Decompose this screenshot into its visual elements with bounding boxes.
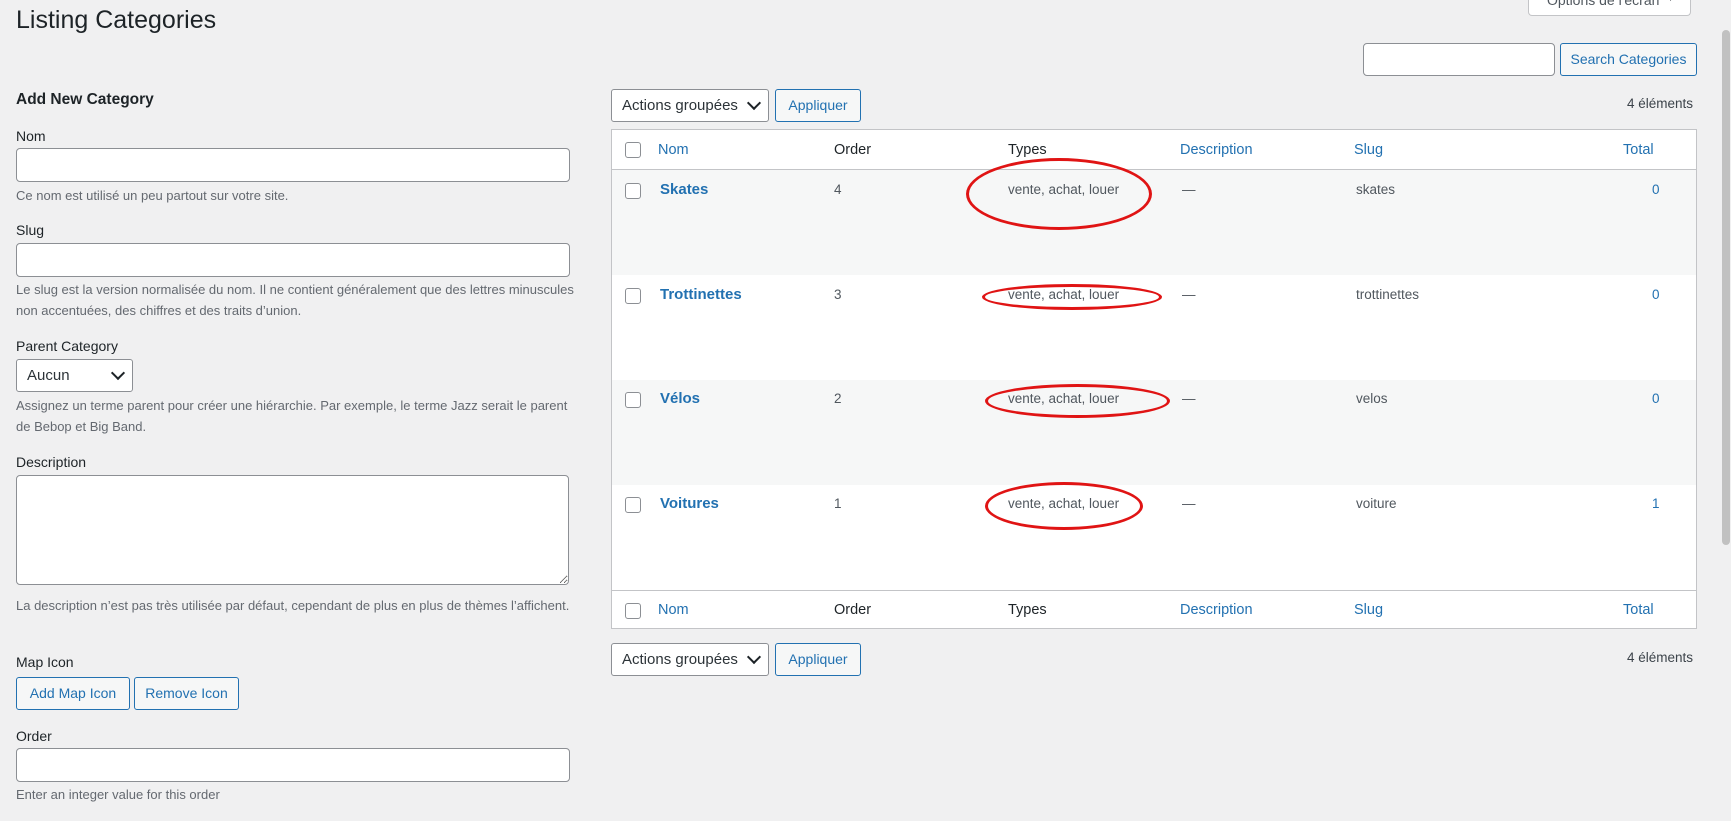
category-name-link[interactable]: Skates <box>660 181 708 198</box>
highlight-ellipse <box>985 384 1170 418</box>
category-total[interactable]: 0 <box>1652 287 1660 302</box>
category-order: 4 <box>834 182 842 197</box>
search-input[interactable] <box>1363 43 1555 76</box>
row-checkbox[interactable] <box>625 183 641 199</box>
screen-options-button[interactable]: Options de l'écran ▼ <box>1528 0 1691 16</box>
order-label: Order <box>16 728 52 744</box>
category-name-link[interactable]: Trottinettes <box>660 286 742 303</box>
highlight-ellipse <box>982 284 1162 310</box>
order-field[interactable] <box>16 748 570 782</box>
row-checkbox[interactable] <box>625 288 641 304</box>
search-categories-button[interactable]: Search Categories <box>1560 43 1697 76</box>
parent-category-hint: Assignez un terme parent pour créer une … <box>16 398 568 434</box>
category-slug: trottinettes <box>1356 287 1420 302</box>
column-header-total[interactable]: Total <box>1623 142 1654 158</box>
items-count-top: 4 éléments <box>1627 96 1694 111</box>
screen-options-label: Options de l'écran <box>1547 0 1660 8</box>
slug-label: Slug <box>16 222 45 238</box>
column-header-order: Order <box>834 142 872 158</box>
name-label: Nom <box>16 128 46 144</box>
name-hint: Ce nom est utilisé un peu partout sur vo… <box>16 188 289 203</box>
slug-hint: Le slug est la version normalisée du nom… <box>16 282 574 318</box>
column-header-types: Types <box>1008 142 1047 158</box>
select-all-checkbox[interactable] <box>625 142 641 158</box>
select-all-checkbox-footer[interactable] <box>625 603 641 619</box>
bulk-actions-select-bottom[interactable]: Actions groupées <box>611 643 769 676</box>
column-footer-total[interactable]: Total <box>1623 602 1654 618</box>
column-footer-order: Order <box>834 602 872 618</box>
category-description: — <box>1182 182 1196 197</box>
column-header-slug[interactable]: Slug <box>1354 142 1383 158</box>
table-row: Trottinettes 3 vente, achat, louer — tro… <box>612 275 1696 380</box>
categories-table: Nom Order Types Description Slug Total S… <box>611 129 1697 629</box>
chevron-down-icon <box>746 649 762 665</box>
chevron-down-icon <box>746 95 762 111</box>
remove-icon-button[interactable]: Remove Icon <box>134 677 239 710</box>
highlight-ellipse <box>985 482 1143 530</box>
name-field[interactable] <box>16 148 570 182</box>
table-row: Skates 4 vente, achat, louer — skates 0 <box>612 158 1696 275</box>
scrollbar-thumb[interactable] <box>1722 30 1730 545</box>
category-order: 3 <box>834 287 842 302</box>
column-header-description[interactable]: Description <box>1180 142 1253 158</box>
category-slug: skates <box>1356 182 1396 197</box>
category-order: 1 <box>834 496 842 511</box>
category-total[interactable]: 0 <box>1652 182 1660 197</box>
column-footer-types: Types <box>1008 602 1047 618</box>
column-header-name[interactable]: Nom <box>658 142 689 158</box>
bulk-actions-label: Actions groupées <box>622 651 738 668</box>
description-label: Description <box>16 454 87 470</box>
column-footer-slug[interactable]: Slug <box>1354 602 1383 618</box>
description-field[interactable] <box>16 475 569 585</box>
page-title: Listing Categories <box>16 6 217 34</box>
category-name-link[interactable]: Vélos <box>660 390 700 407</box>
row-checkbox[interactable] <box>625 497 641 513</box>
category-slug: voiture <box>1356 496 1397 511</box>
category-description: — <box>1182 496 1196 511</box>
triangle-down-icon: ▼ <box>1665 0 1676 4</box>
row-checkbox[interactable] <box>625 392 641 408</box>
add-map-icon-button[interactable]: Add Map Icon <box>16 677 130 710</box>
page-scrollbar[interactable] <box>1720 0 1731 821</box>
column-footer-description[interactable]: Description <box>1180 602 1253 618</box>
category-order: 2 <box>834 391 842 406</box>
bulk-actions-select-top[interactable]: Actions groupées <box>611 89 769 122</box>
category-total[interactable]: 0 <box>1652 391 1660 406</box>
table-row: Voitures 1 vente, achat, louer — voiture… <box>612 482 1696 590</box>
bulk-actions-label: Actions groupées <box>622 97 738 114</box>
form-heading: Add New Category <box>16 91 154 108</box>
chevron-down-icon <box>110 365 126 381</box>
parent-category-value: Aucun <box>27 367 70 384</box>
category-description: — <box>1182 391 1196 406</box>
table-row: Vélos 2 vente, achat, louer — velos 0 <box>612 380 1696 485</box>
category-description: — <box>1182 287 1196 302</box>
category-name-link[interactable]: Voitures <box>660 495 719 512</box>
category-total[interactable]: 1 <box>1652 496 1660 511</box>
apply-button-bottom[interactable]: Appliquer <box>775 643 861 676</box>
column-footer-name[interactable]: Nom <box>658 602 689 618</box>
apply-button-top[interactable]: Appliquer <box>775 89 861 122</box>
slug-field[interactable] <box>16 243 570 277</box>
parent-category-select[interactable]: Aucun <box>16 359 133 392</box>
map-icon-label: Map Icon <box>16 654 74 670</box>
parent-category-label: Parent Category <box>16 338 118 354</box>
footer-divider <box>612 590 1696 591</box>
description-hint: La description n’est pas très utilisée p… <box>16 598 570 613</box>
order-hint: Enter an integer value for this order <box>16 787 220 802</box>
items-count-bottom: 4 éléments <box>1627 650 1694 665</box>
category-slug: velos <box>1356 391 1388 406</box>
highlight-ellipse <box>966 158 1152 230</box>
